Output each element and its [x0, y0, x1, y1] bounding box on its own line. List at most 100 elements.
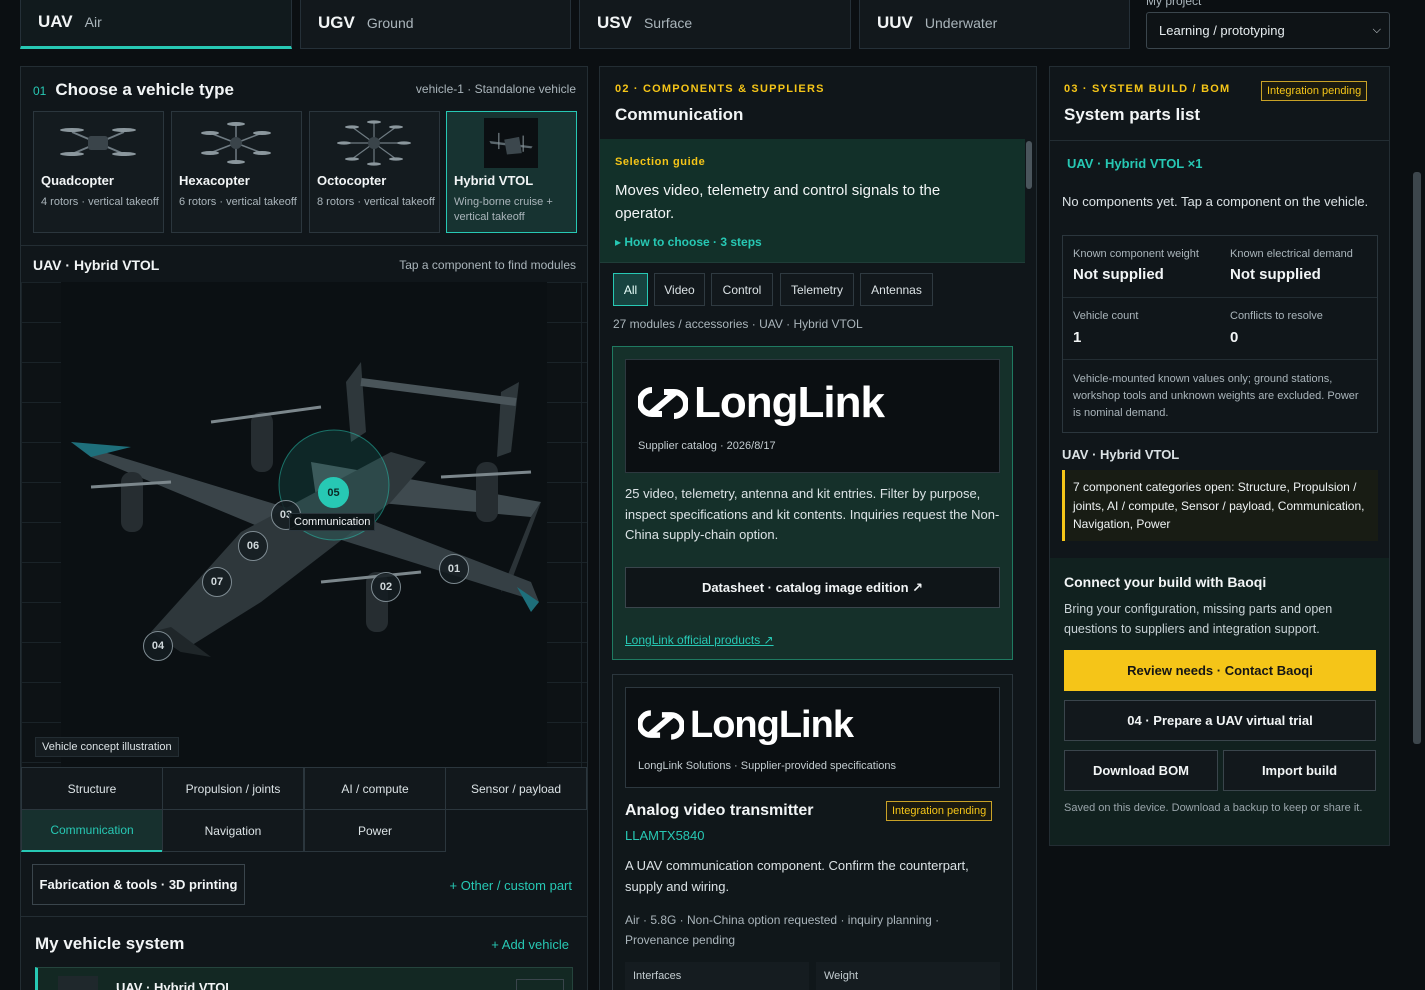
choose-title: Choose a vehicle type — [55, 80, 234, 99]
category-power[interactable]: Power — [304, 809, 446, 852]
project-select[interactable]: Learning / prototyping ⌵ — [1146, 12, 1390, 49]
viewer-hint: Tap a component to find modules — [399, 258, 576, 272]
bom-note: Vehicle-mounted known values only; groun… — [1073, 373, 1359, 419]
tab-usv[interactable]: USV Surface — [579, 0, 851, 49]
custom-part-link[interactable]: + Other / custom part — [450, 878, 572, 893]
selected-component-marker[interactable]: 05 — [318, 477, 349, 508]
open-categories-text: 7 component categories open: Structure, … — [1073, 480, 1365, 531]
vehicle-card-quadcopter[interactable]: Quadcopter 4 rotors · vertical takeoff — [33, 111, 164, 233]
module-count: 27 modules / accessories · UAV · Hybrid … — [613, 317, 863, 331]
vehicle-panel: 01 Choose a vehicle type vehicle-1 · Sta… — [20, 66, 588, 990]
tab-uuv[interactable]: UUV Underwater — [859, 0, 1130, 49]
vehicle-card-octocopter[interactable]: Octocopter 8 rotors · vertical takeoff — [309, 111, 440, 233]
divider — [1063, 297, 1377, 298]
filter-control[interactable]: Control — [711, 273, 773, 306]
stat-label: Vehicle count — [1073, 310, 1139, 322]
component-marker[interactable]: 04 — [143, 631, 173, 661]
guide-text: Moves video, telemetry and control signa… — [615, 182, 941, 222]
chevron-down-icon: ⌵ — [1372, 24, 1381, 36]
vehicle-card-hexacopter[interactable]: Hexacopter 6 rotors · vertical takeoff — [171, 111, 302, 233]
category-communication[interactable]: Communication — [21, 809, 163, 852]
supplier-card: LongLink Supplier catalog · 2026/8/17 25… — [612, 346, 1013, 660]
component-marker[interactable]: 06 — [238, 531, 268, 561]
longlink-logo-icon — [638, 710, 684, 740]
supplier-logo: LongLink — [638, 378, 885, 428]
filter-antennas[interactable]: Antennas — [860, 273, 933, 306]
components-scrollbar[interactable] — [1026, 141, 1032, 189]
module-sub: LongLink Solutions · Supplier-provided s… — [638, 760, 897, 772]
my-system-title: My vehicle system — [35, 934, 185, 953]
bom-panel: 03 · SYSTEM BUILD / BOM Integration pend… — [1049, 66, 1390, 846]
module-part-number: LLAMTX5840 — [625, 828, 705, 843]
module-card[interactable]: LongLink LongLink Solutions · Supplier-p… — [612, 674, 1013, 990]
page-scrollbar[interactable] — [1413, 172, 1421, 744]
bom-empty-message: No components yet. Tap a component on th… — [1062, 194, 1369, 209]
connect-text: Bring your configuration, missing parts … — [1064, 602, 1333, 636]
step-number: 01 — [33, 84, 47, 98]
viewer-title: UAV · Hybrid VTOL — [33, 257, 160, 273]
contact-baoqi-button[interactable]: Review needs · Contact Baoqi — [1064, 650, 1376, 691]
bom-section-title: UAV · Hybrid VTOL — [1062, 447, 1180, 462]
tab-code: UGV — [318, 13, 355, 32]
vehicle-meta: vehicle-1 · Standalone vehicle — [415, 82, 576, 96]
marker-label: 07 — [210, 576, 224, 588]
marker-label: 06 — [246, 540, 260, 552]
selection-guide: Selection guide Moves video, telemetry a… — [600, 139, 1025, 263]
download-bom-button[interactable]: Download BOM — [1064, 750, 1218, 791]
virtual-trial-button[interactable]: 04 · Prepare a UAV virtual trial — [1064, 700, 1376, 741]
category-ai-compute[interactable]: AI / compute — [304, 767, 446, 810]
marker-label: 01 — [447, 563, 461, 575]
octocopter-icon — [337, 120, 411, 166]
vehicle-card-desc: 8 rotors · vertical takeoff — [317, 196, 435, 208]
interfaces-label: Interfaces — [633, 970, 682, 982]
interfaces-cell: Interfaces — [625, 962, 809, 990]
component-marker[interactable]: 07 — [202, 567, 232, 597]
choose-header: 01 Choose a vehicle type — [33, 80, 234, 100]
weight-cell: Weight — [816, 962, 1000, 990]
tab-name: Air — [84, 14, 102, 30]
add-vehicle-link[interactable]: + Add vehicle — [491, 937, 569, 952]
project-select-value: Learning / prototyping — [1159, 23, 1285, 38]
tab-ugv[interactable]: UGV Ground — [300, 0, 571, 49]
tab-uav[interactable]: UAV Air — [20, 0, 292, 49]
filter-telemetry[interactable]: Telemetry — [780, 273, 854, 306]
vehicle-card-desc: 4 rotors · vertical takeoff — [41, 196, 159, 208]
official-products-link[interactable]: LongLink official products ↗ — [625, 633, 774, 647]
divider — [21, 916, 587, 917]
connect-section: Connect your build with Baoqi Bring your… — [1050, 558, 1389, 845]
fabrication-tools-button[interactable]: Fabrication & tools · 3D printing — [32, 864, 245, 905]
system-row[interactable]: UAV · Hybrid VTOL — [35, 967, 573, 990]
category-navigation[interactable]: Navigation — [162, 809, 304, 852]
module-meta: Air · 5.8G · Non-China option requested … — [625, 913, 940, 947]
project-label: My project — [1146, 0, 1202, 8]
filter-video[interactable]: Video — [654, 273, 705, 306]
category-sensor-payload[interactable]: Sensor / payload — [445, 767, 587, 810]
system-row-action[interactable] — [516, 979, 564, 990]
tab-code: UUV — [877, 13, 913, 32]
component-marker[interactable]: 01 — [439, 554, 469, 584]
vehicle-card-title: Quadcopter — [41, 173, 114, 188]
selected-component-label: Communication — [289, 513, 376, 531]
filter-all[interactable]: All — [613, 273, 648, 306]
bom-vehicle: UAV · Hybrid VTOL ×1 — [1067, 156, 1203, 171]
bom-integration-badge: Integration pending — [1261, 81, 1368, 101]
supplier-desc: 25 video, telemetry, antenna and kit ent… — [625, 486, 1000, 542]
supplier-sub: Supplier catalog · 2026/8/17 — [638, 440, 776, 452]
vehicle-viewer[interactable]: 01 02 03 04 06 07 05 Communication Vehic… — [21, 282, 587, 767]
system-row-thumb — [58, 976, 98, 990]
stat-value: Not supplied — [1073, 266, 1164, 283]
viewer-canvas: 01 02 03 04 06 07 05 Communication — [61, 282, 547, 767]
components-panel: 02 · COMPONENTS & SUPPLIERS Communicatio… — [599, 66, 1037, 990]
datasheet-button[interactable]: Datasheet · catalog image edition ↗ — [625, 567, 1000, 608]
vehicle-card-hybrid-vtol[interactable]: Hybrid VTOL Wing-borne cruise + vertical… — [446, 111, 577, 233]
divider — [1063, 359, 1377, 360]
component-marker[interactable]: 02 — [371, 572, 401, 602]
saved-note: Saved on this device. Download a backup … — [1064, 802, 1363, 814]
hybrid-vtol-icon — [484, 118, 538, 168]
category-propulsion[interactable]: Propulsion / joints — [162, 767, 304, 810]
guide-link[interactable]: ▸ How to choose · 3 steps — [615, 235, 762, 249]
module-logo: LongLink — [638, 702, 854, 748]
system-row-title: UAV · Hybrid VTOL — [116, 980, 234, 990]
category-structure[interactable]: Structure — [21, 767, 163, 810]
import-build-button[interactable]: Import build — [1223, 750, 1376, 791]
